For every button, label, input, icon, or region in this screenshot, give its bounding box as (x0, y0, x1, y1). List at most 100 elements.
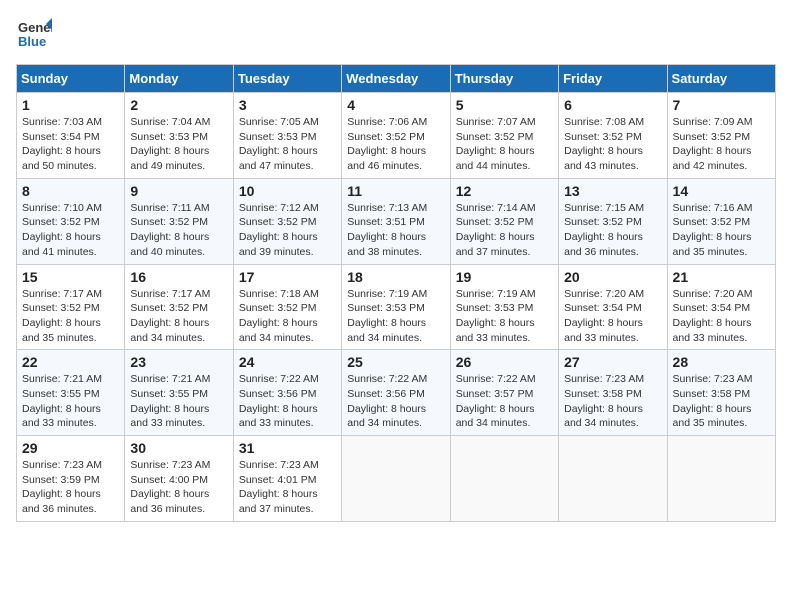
calendar-week-2: 8 Sunrise: 7:10 AM Sunset: 3:52 PM Dayli… (17, 178, 776, 264)
day-number: 20 (564, 269, 661, 285)
calendar-cell: 4 Sunrise: 7:06 AM Sunset: 3:52 PM Dayli… (342, 93, 450, 179)
calendar-table: SundayMondayTuesdayWednesdayThursdayFrid… (16, 64, 776, 522)
calendar-cell: 28 Sunrise: 7:23 AM Sunset: 3:58 PM Dayl… (667, 350, 775, 436)
day-info: Sunrise: 7:22 AM Sunset: 3:56 PM Dayligh… (347, 372, 444, 431)
day-info: Sunrise: 7:20 AM Sunset: 3:54 PM Dayligh… (564, 287, 661, 346)
day-info: Sunrise: 7:18 AM Sunset: 3:52 PM Dayligh… (239, 287, 336, 346)
calendar-cell: 15 Sunrise: 7:17 AM Sunset: 3:52 PM Dayl… (17, 264, 125, 350)
day-number: 4 (347, 97, 444, 113)
day-number: 10 (239, 183, 336, 199)
day-number: 22 (22, 354, 119, 370)
day-info: Sunrise: 7:03 AM Sunset: 3:54 PM Dayligh… (22, 115, 119, 174)
day-info: Sunrise: 7:05 AM Sunset: 3:53 PM Dayligh… (239, 115, 336, 174)
weekday-header-thursday: Thursday (450, 65, 558, 93)
day-number: 23 (130, 354, 227, 370)
day-number: 8 (22, 183, 119, 199)
day-info: Sunrise: 7:04 AM Sunset: 3:53 PM Dayligh… (130, 115, 227, 174)
calendar-cell (450, 436, 558, 522)
day-number: 9 (130, 183, 227, 199)
day-info: Sunrise: 7:09 AM Sunset: 3:52 PM Dayligh… (673, 115, 770, 174)
day-number: 13 (564, 183, 661, 199)
calendar-week-3: 15 Sunrise: 7:17 AM Sunset: 3:52 PM Dayl… (17, 264, 776, 350)
day-number: 27 (564, 354, 661, 370)
weekday-header-tuesday: Tuesday (233, 65, 341, 93)
calendar-cell: 14 Sunrise: 7:16 AM Sunset: 3:52 PM Dayl… (667, 178, 775, 264)
day-info: Sunrise: 7:19 AM Sunset: 3:53 PM Dayligh… (456, 287, 553, 346)
calendar-week-5: 29 Sunrise: 7:23 AM Sunset: 3:59 PM Dayl… (17, 436, 776, 522)
weekday-header-monday: Monday (125, 65, 233, 93)
day-number: 25 (347, 354, 444, 370)
calendar-cell: 21 Sunrise: 7:20 AM Sunset: 3:54 PM Dayl… (667, 264, 775, 350)
calendar-cell: 7 Sunrise: 7:09 AM Sunset: 3:52 PM Dayli… (667, 93, 775, 179)
calendar-cell (342, 436, 450, 522)
calendar-cell: 11 Sunrise: 7:13 AM Sunset: 3:51 PM Dayl… (342, 178, 450, 264)
calendar-cell (559, 436, 667, 522)
page-header: General Blue (16, 16, 776, 52)
day-number: 26 (456, 354, 553, 370)
calendar-cell: 30 Sunrise: 7:23 AM Sunset: 4:00 PM Dayl… (125, 436, 233, 522)
day-info: Sunrise: 7:11 AM Sunset: 3:52 PM Dayligh… (130, 201, 227, 260)
day-info: Sunrise: 7:17 AM Sunset: 3:52 PM Dayligh… (130, 287, 227, 346)
day-number: 12 (456, 183, 553, 199)
day-info: Sunrise: 7:14 AM Sunset: 3:52 PM Dayligh… (456, 201, 553, 260)
calendar-cell: 25 Sunrise: 7:22 AM Sunset: 3:56 PM Dayl… (342, 350, 450, 436)
calendar-cell: 10 Sunrise: 7:12 AM Sunset: 3:52 PM Dayl… (233, 178, 341, 264)
calendar-week-4: 22 Sunrise: 7:21 AM Sunset: 3:55 PM Dayl… (17, 350, 776, 436)
weekday-header-sunday: Sunday (17, 65, 125, 93)
day-number: 1 (22, 97, 119, 113)
calendar-cell: 24 Sunrise: 7:22 AM Sunset: 3:56 PM Dayl… (233, 350, 341, 436)
day-number: 19 (456, 269, 553, 285)
day-number: 29 (22, 440, 119, 456)
calendar-cell: 22 Sunrise: 7:21 AM Sunset: 3:55 PM Dayl… (17, 350, 125, 436)
day-info: Sunrise: 7:20 AM Sunset: 3:54 PM Dayligh… (673, 287, 770, 346)
svg-text:General: General (18, 20, 52, 35)
logo: General Blue (16, 16, 56, 52)
weekday-header-saturday: Saturday (667, 65, 775, 93)
day-number: 21 (673, 269, 770, 285)
day-number: 16 (130, 269, 227, 285)
day-number: 24 (239, 354, 336, 370)
day-info: Sunrise: 7:22 AM Sunset: 3:57 PM Dayligh… (456, 372, 553, 431)
calendar-cell: 16 Sunrise: 7:17 AM Sunset: 3:52 PM Dayl… (125, 264, 233, 350)
day-number: 5 (456, 97, 553, 113)
day-info: Sunrise: 7:21 AM Sunset: 3:55 PM Dayligh… (22, 372, 119, 431)
day-info: Sunrise: 7:16 AM Sunset: 3:52 PM Dayligh… (673, 201, 770, 260)
logo-icon: General Blue (16, 16, 52, 52)
day-number: 3 (239, 97, 336, 113)
calendar-cell: 1 Sunrise: 7:03 AM Sunset: 3:54 PM Dayli… (17, 93, 125, 179)
day-number: 15 (22, 269, 119, 285)
day-info: Sunrise: 7:07 AM Sunset: 3:52 PM Dayligh… (456, 115, 553, 174)
day-info: Sunrise: 7:06 AM Sunset: 3:52 PM Dayligh… (347, 115, 444, 174)
day-info: Sunrise: 7:10 AM Sunset: 3:52 PM Dayligh… (22, 201, 119, 260)
calendar-cell: 8 Sunrise: 7:10 AM Sunset: 3:52 PM Dayli… (17, 178, 125, 264)
day-number: 18 (347, 269, 444, 285)
calendar-cell (667, 436, 775, 522)
calendar-cell: 18 Sunrise: 7:19 AM Sunset: 3:53 PM Dayl… (342, 264, 450, 350)
calendar-cell: 23 Sunrise: 7:21 AM Sunset: 3:55 PM Dayl… (125, 350, 233, 436)
day-info: Sunrise: 7:21 AM Sunset: 3:55 PM Dayligh… (130, 372, 227, 431)
day-number: 28 (673, 354, 770, 370)
calendar-cell: 13 Sunrise: 7:15 AM Sunset: 3:52 PM Dayl… (559, 178, 667, 264)
day-info: Sunrise: 7:23 AM Sunset: 3:58 PM Dayligh… (564, 372, 661, 431)
calendar-cell: 27 Sunrise: 7:23 AM Sunset: 3:58 PM Dayl… (559, 350, 667, 436)
day-number: 2 (130, 97, 227, 113)
calendar-cell: 3 Sunrise: 7:05 AM Sunset: 3:53 PM Dayli… (233, 93, 341, 179)
day-info: Sunrise: 7:17 AM Sunset: 3:52 PM Dayligh… (22, 287, 119, 346)
day-info: Sunrise: 7:19 AM Sunset: 3:53 PM Dayligh… (347, 287, 444, 346)
day-info: Sunrise: 7:15 AM Sunset: 3:52 PM Dayligh… (564, 201, 661, 260)
day-info: Sunrise: 7:13 AM Sunset: 3:51 PM Dayligh… (347, 201, 444, 260)
day-info: Sunrise: 7:08 AM Sunset: 3:52 PM Dayligh… (564, 115, 661, 174)
day-info: Sunrise: 7:23 AM Sunset: 3:58 PM Dayligh… (673, 372, 770, 431)
day-number: 11 (347, 183, 444, 199)
calendar-cell: 19 Sunrise: 7:19 AM Sunset: 3:53 PM Dayl… (450, 264, 558, 350)
weekday-header-friday: Friday (559, 65, 667, 93)
day-number: 6 (564, 97, 661, 113)
calendar-cell: 5 Sunrise: 7:07 AM Sunset: 3:52 PM Dayli… (450, 93, 558, 179)
calendar-cell: 6 Sunrise: 7:08 AM Sunset: 3:52 PM Dayli… (559, 93, 667, 179)
weekday-header-wednesday: Wednesday (342, 65, 450, 93)
calendar-cell: 29 Sunrise: 7:23 AM Sunset: 3:59 PM Dayl… (17, 436, 125, 522)
calendar-cell: 20 Sunrise: 7:20 AM Sunset: 3:54 PM Dayl… (559, 264, 667, 350)
day-number: 31 (239, 440, 336, 456)
day-info: Sunrise: 7:23 AM Sunset: 4:01 PM Dayligh… (239, 458, 336, 517)
day-info: Sunrise: 7:12 AM Sunset: 3:52 PM Dayligh… (239, 201, 336, 260)
